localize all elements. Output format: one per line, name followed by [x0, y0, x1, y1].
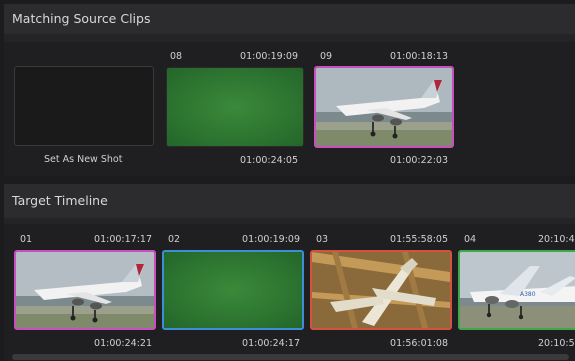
matching-source-clips-header: Matching Source Clips [4, 4, 575, 34]
matching-source-clips-title: Matching Source Clips [12, 11, 151, 26]
clip-timecode-in: 01:00:19:09 [242, 234, 300, 245]
timeline-clip-01[interactable]: 01 01:00:17:17 01:00:24:21 [10, 224, 156, 354]
clip-timecode-in: 01:55:58:05 [390, 234, 448, 245]
target-timeline-header: Target Timeline [4, 184, 575, 218]
target-timeline-body: 01 01:00:17:17 01:00:24:21 02 01:00:19:0… [4, 224, 575, 361]
target-timeline-title: Target Timeline [12, 193, 108, 208]
svg-text:A380: A380 [520, 291, 536, 298]
clip-timecode-in: 01:00:17:17 [94, 234, 152, 245]
clip-number: 08 [170, 51, 183, 62]
airplane-landing-thumbnail[interactable] [314, 66, 454, 148]
timeline-clip-02[interactable]: 02 01:00:19:09 01:00:24:17 [158, 224, 304, 354]
matching-source-clips-body: Set As New Shot 08 01:00:19:09 01:00:24:… [4, 42, 575, 176]
airplane-landing-thumbnail[interactable] [14, 250, 156, 330]
clip-timecode-in: 20:10:44 [538, 234, 575, 245]
clip-number: 09 [320, 51, 333, 62]
source-clip-09[interactable]: 09 01:00:18:13 01:00:22:03 [310, 42, 454, 176]
clip-timecode-in: 01:00:18:13 [390, 51, 448, 62]
clip-timecode-out: 01:00:24:21 [94, 338, 152, 349]
clip-timecode-out: 01:00:24:17 [242, 338, 300, 349]
matching-source-clips-panel: Matching Source Clips Set As New Shot 08… [4, 4, 575, 176]
timeline-horizontal-scrollbar[interactable] [12, 354, 569, 360]
clip-timecode-in: 01:00:19:09 [240, 51, 298, 62]
clip-timecode-out: 01:00:24:05 [240, 155, 298, 166]
clip-number: 03 [316, 234, 329, 245]
empty-thumbnail[interactable] [14, 66, 154, 146]
clip-number: 02 [168, 234, 181, 245]
timeline-clip-04[interactable]: 04 20:10:44 A380 [454, 224, 575, 354]
set-as-new-shot-label[interactable]: Set As New Shot [44, 154, 122, 165]
clip-timecode-out: 01:56:01:08 [390, 338, 448, 349]
airplane-topdown-thumbnail[interactable] [310, 250, 452, 330]
clip-timecode-out: 01:00:22:03 [390, 155, 448, 166]
source-clip-08[interactable]: 08 01:00:19:09 01:00:24:05 [162, 42, 304, 176]
airplane-a380-thumbnail[interactable]: A380 [458, 250, 575, 330]
clip-number: 04 [464, 234, 477, 245]
timeline-clip-03[interactable]: 03 01:55:58:05 01:56:01:08 [306, 224, 452, 354]
source-clip-new-shot[interactable]: Set As New Shot [12, 42, 156, 176]
clip-timecode-out: 20:10:50 [538, 338, 575, 349]
green-screen-thumbnail[interactable] [166, 67, 304, 147]
target-timeline-panel: Target Timeline 01 01:00:17:17 01:00:24:… [4, 184, 575, 361]
green-screen-thumbnail[interactable] [162, 250, 304, 330]
clip-number: 01 [20, 234, 33, 245]
